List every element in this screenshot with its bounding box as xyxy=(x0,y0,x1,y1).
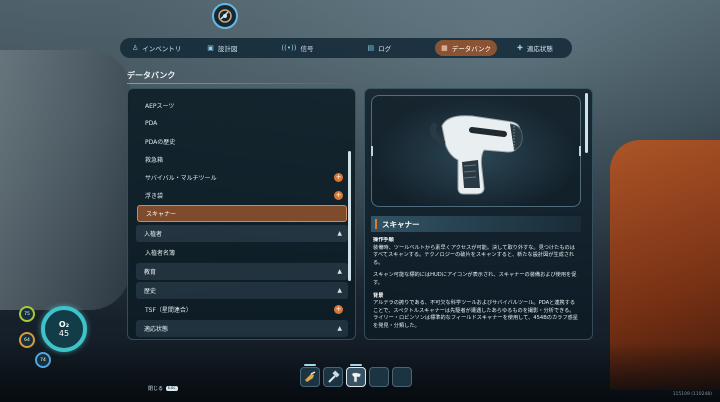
list-item[interactable]: 浮き袋 + xyxy=(137,187,347,204)
chevron-up-icon: ▲ xyxy=(337,268,342,275)
new-entry-icon: + xyxy=(334,191,343,200)
list-item-label: TSF（星間連合） xyxy=(145,307,192,314)
list-item-label: AEPスーツ xyxy=(145,103,175,110)
signal-icon: ((•)) xyxy=(281,44,297,52)
water-gauge: 64 xyxy=(19,332,35,348)
adaptation-icon: ✚ xyxy=(517,44,523,52)
databank-list[interactable]: AEPスーツ PDA PDAの歴史 救急箱 サバイバル・マルチツール + 浮き袋… xyxy=(127,88,356,340)
multitool-icon xyxy=(305,371,316,382)
oxygen-label: O₂ xyxy=(58,320,70,329)
oxygen-value: 45 xyxy=(58,329,70,338)
list-item-label: 浮き袋 xyxy=(145,193,164,200)
tab-bar: ♙ インベントリ ▣ 設計図 ((•)) 信号 ▤ ログ ▦ データバンク ✚ … xyxy=(120,38,572,58)
detail-title: スキャナー xyxy=(382,219,420,229)
list-item-label: サバイバル・マルチツール xyxy=(145,175,217,182)
food-gauge: 75 xyxy=(19,306,35,322)
list-item[interactable]: PDAの歴史 xyxy=(137,133,347,150)
oxygen-gauge: O₂ 45 xyxy=(41,306,87,352)
category-label: 歴史 xyxy=(144,288,157,295)
list-item[interactable]: AEPスーツ xyxy=(137,97,347,114)
new-entry-icon: + xyxy=(334,305,343,314)
usage-text: 装備時、ツールベルトから素早くアクセスが可能。決して取り外すな。見つけたものはす… xyxy=(373,244,575,266)
title-accent xyxy=(375,219,377,229)
tab-blueprints[interactable]: ▣ 設計図 xyxy=(201,40,243,56)
water-value: 64 xyxy=(24,337,30,343)
health-gauge: 74 xyxy=(35,352,51,368)
slot-marker xyxy=(304,364,316,366)
tab-label: 信号 xyxy=(300,45,314,53)
category-header[interactable]: 教育 ▲ xyxy=(136,263,348,280)
usage-heading: 操作手順 xyxy=(373,237,394,243)
scanner-icon xyxy=(351,372,362,383)
tab-label: ログ xyxy=(378,45,392,53)
chevron-up-icon: ▲ xyxy=(337,230,342,237)
list-item[interactable]: 救急箱 xyxy=(137,151,347,168)
category-header[interactable]: 適応状態 ▲ xyxy=(136,320,348,337)
chevron-up-icon: ▲ xyxy=(337,287,342,294)
category-label: 教育 xyxy=(144,269,157,276)
hammer-icon xyxy=(328,370,340,383)
list-item[interactable]: PDA xyxy=(137,115,347,132)
databank-icon: ▦ xyxy=(441,44,448,52)
detail-text[interactable]: 操作手順 装備時、ツールベルトから素早くアクセスが可能。決して取り外すな。見つけ… xyxy=(373,237,579,335)
slot-marker xyxy=(350,364,362,366)
category-header[interactable]: 入植者 ▲ xyxy=(136,225,348,242)
detail-scrollbar[interactable] xyxy=(585,93,588,153)
person-icon: ♙ xyxy=(132,44,139,52)
food-value: 75 xyxy=(24,311,30,317)
tab-inventory[interactable]: ♙ インベントリ xyxy=(126,40,187,56)
quickbar xyxy=(300,364,412,387)
detail-panel: スキャナー 操作手順 装備時、ツールベルトから素早くアクセスが可能。決して取り外… xyxy=(364,88,593,340)
section-divider xyxy=(127,83,355,84)
log-icon: ▤ xyxy=(367,44,375,52)
list-item-label: 救急箱 xyxy=(145,157,164,164)
tab-log[interactable]: ▤ ログ xyxy=(361,40,397,56)
category-label: 適応状態 xyxy=(144,326,169,333)
list-item[interactable]: 入植者名簿 xyxy=(137,244,347,261)
list-item-label: PDA xyxy=(145,120,158,127)
tab-label: 設計図 xyxy=(217,45,238,53)
blueprint-icon: ▣ xyxy=(207,44,214,52)
quickslot-5[interactable] xyxy=(392,367,412,387)
chevron-up-icon: ▲ xyxy=(337,325,342,332)
list-item[interactable]: サバイバル・マルチツール + xyxy=(137,169,347,186)
list-item[interactable]: TSF（星間連合） + xyxy=(137,301,347,318)
background-text: アルテラの誇りである、不可欠な科学ツールおよびサバイバルツール。PDAと連携する… xyxy=(373,300,578,329)
list-scrollbar[interactable] xyxy=(348,151,351,281)
item-preview xyxy=(371,95,581,207)
list-item-label: PDAの歴史 xyxy=(145,139,176,146)
tab-adaptation[interactable]: ✚ 適応状態 xyxy=(511,40,559,56)
list-item-label: 入植者名簿 xyxy=(145,250,176,257)
quickslot-4[interactable] xyxy=(369,367,389,387)
scanner-icon xyxy=(430,115,523,195)
tab-databank[interactable]: ▦ データバンク xyxy=(435,40,498,56)
close-label: 閉じる xyxy=(148,386,164,392)
tab-label: インベントリ xyxy=(142,45,182,53)
category-header[interactable]: 歴史 ▲ xyxy=(136,282,348,299)
quickslot-3[interactable] xyxy=(346,364,366,387)
version-label: 115109 (110248) xyxy=(672,392,712,397)
list-item-label: スキャナー xyxy=(146,211,177,218)
health-value: 74 xyxy=(40,357,46,363)
detail-title-bar: スキャナー xyxy=(371,216,581,232)
hud-text: スキャン可能な標的にはHUDにアイコンが表示され、スキャナーの装備および使用を促… xyxy=(373,272,577,286)
quickslot-2[interactable] xyxy=(323,367,343,387)
section-title: データバンク xyxy=(127,71,176,80)
tab-label: データバンク xyxy=(451,45,492,53)
close-key: Esc xyxy=(166,386,178,391)
close-hint[interactable]: 閉じる Esc xyxy=(148,385,178,392)
list-item-selected[interactable]: スキャナー xyxy=(137,205,347,222)
pda-emblem-icon xyxy=(212,3,238,29)
category-label: 入植者 xyxy=(144,231,163,238)
quickslot-1[interactable] xyxy=(300,364,320,387)
background-pipe xyxy=(0,50,130,310)
tab-signals[interactable]: ((•)) 信号 xyxy=(275,40,319,56)
new-entry-icon: + xyxy=(334,173,343,182)
tab-label: 適応状態 xyxy=(526,45,553,53)
